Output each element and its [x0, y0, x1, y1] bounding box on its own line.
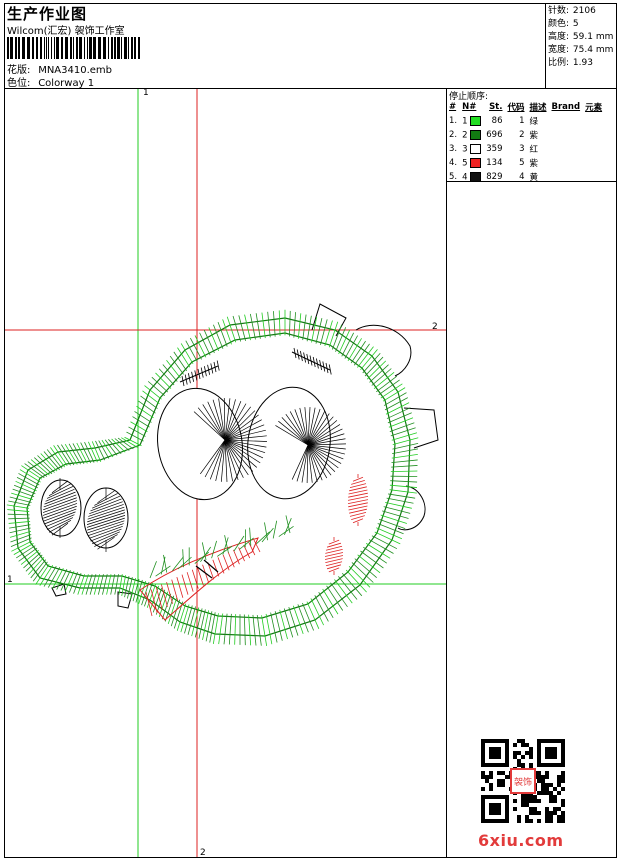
right-eye-outline [247, 386, 331, 500]
watermark-logo: 6xiu.com [478, 831, 564, 850]
guide-label-h-red: 2 [432, 322, 438, 332]
nostril-left [40, 479, 82, 537]
cheek-fill-stitches [324, 474, 369, 575]
guide-label-h-green: 1 [7, 575, 13, 585]
mouth-stitches [139, 515, 294, 621]
left-eye-outline [157, 387, 243, 501]
guide-label-v-red: 2 [200, 848, 206, 858]
eyes [40, 386, 331, 549]
guide-label-v-green: 1 [143, 88, 149, 98]
embroidery-design-preview [5, 89, 446, 857]
svg-text:袈饰: 袈饰 [514, 776, 532, 788]
qr-code: 袈饰 [481, 739, 565, 823]
